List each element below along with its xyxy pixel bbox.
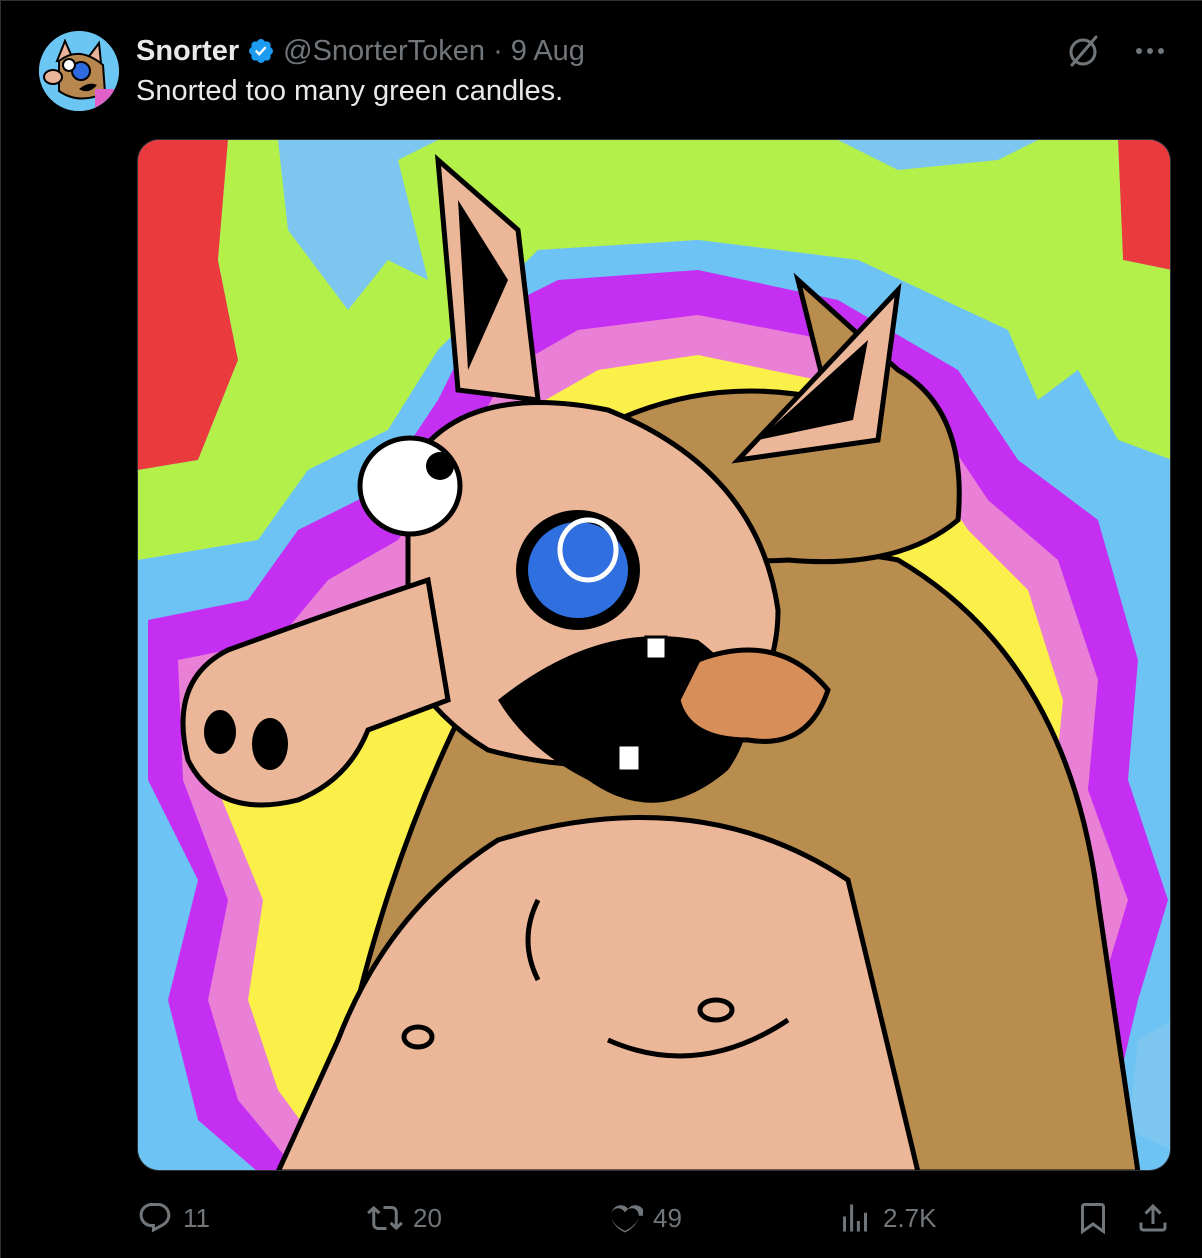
- author-handle[interactable]: @SnorterToken: [283, 35, 485, 68]
- tweet-top-actions: [1064, 31, 1170, 71]
- share-icon[interactable]: [1135, 1200, 1171, 1236]
- verified-badge-icon: [249, 39, 274, 63]
- reply-icon: [139, 1203, 171, 1233]
- tweet-date[interactable]: 9 Aug: [511, 35, 585, 68]
- heart-icon: [611, 1205, 643, 1233]
- retweet-icon: [367, 1205, 403, 1231]
- tweet-action-bar: 11 20 49 2.7K: [137, 1196, 1171, 1240]
- retweet-count: 20: [413, 1202, 442, 1233]
- grok-icon[interactable]: [1064, 31, 1104, 71]
- tweet-text: Snorted too many green candles.: [136, 75, 564, 107]
- retweet-button[interactable]: 20: [367, 1196, 442, 1240]
- author-avatar[interactable]: [39, 31, 119, 111]
- snorter-illustration: [138, 140, 1170, 1170]
- tweet-header: Snorter @SnorterToken · 9 Aug: [136, 31, 585, 71]
- reply-count: 11: [183, 1202, 210, 1233]
- avatar-image: [39, 31, 119, 111]
- more-icon[interactable]: [1130, 31, 1170, 71]
- views-button[interactable]: 2.7K: [837, 1196, 937, 1240]
- views-icon: [843, 1204, 867, 1232]
- views-count: 2.7K: [883, 1202, 937, 1233]
- bookmark-icon[interactable]: [1075, 1200, 1111, 1236]
- tweet-container: Snorter @SnorterToken · 9 Aug Snorted to…: [0, 0, 1202, 1258]
- reply-button[interactable]: 11: [137, 1196, 210, 1240]
- like-button[interactable]: 49: [607, 1196, 682, 1240]
- tweet-media-image[interactable]: [137, 139, 1171, 1171]
- author-name[interactable]: Snorter: [136, 35, 239, 68]
- header-separator: ·: [493, 34, 503, 67]
- like-count: 49: [653, 1202, 682, 1233]
